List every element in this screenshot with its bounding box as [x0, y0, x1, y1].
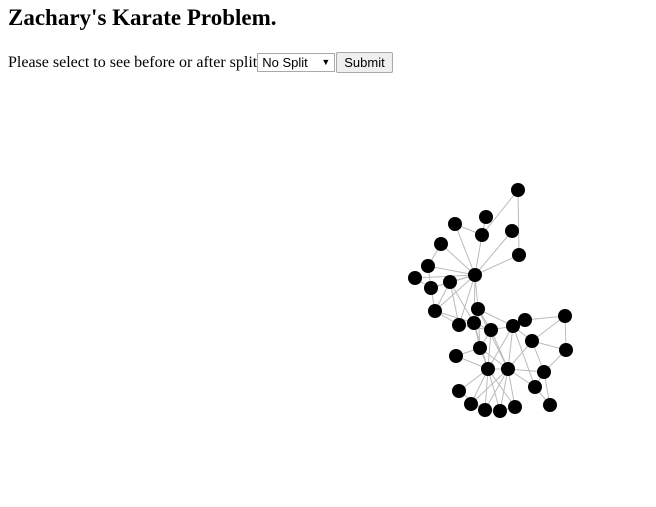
graph-node[interactable]	[537, 365, 551, 379]
graph-node[interactable]	[518, 313, 532, 327]
graph-node[interactable]	[508, 400, 522, 414]
graph-node[interactable]	[467, 316, 481, 330]
graph-node[interactable]	[473, 341, 487, 355]
graph-node[interactable]	[511, 183, 525, 197]
graph-node[interactable]	[543, 398, 557, 412]
graph-edge	[427, 265, 476, 276]
graph-edge	[517, 189, 520, 256]
graph-node[interactable]	[559, 343, 573, 357]
graph-node[interactable]	[408, 271, 422, 285]
graph-node[interactable]	[452, 384, 466, 398]
graph-node[interactable]	[464, 397, 478, 411]
graph-edge	[473, 274, 476, 324]
page: Zachary's Karate Problem. Please select …	[0, 0, 656, 507]
graph-node[interactable]	[558, 309, 572, 323]
network-graph	[408, 183, 573, 418]
graph-edge	[454, 223, 476, 276]
graph-node[interactable]	[478, 403, 492, 417]
graph-node[interactable]	[506, 319, 520, 333]
graph-node[interactable]	[475, 228, 489, 242]
graph-node[interactable]	[424, 281, 438, 295]
graph-node[interactable]	[434, 237, 448, 251]
graph-node[interactable]	[528, 380, 542, 394]
graph-node[interactable]	[471, 302, 485, 316]
graph-node[interactable]	[449, 349, 463, 363]
graph-node[interactable]	[428, 304, 442, 318]
graph-node[interactable]	[481, 362, 495, 376]
graph-node[interactable]	[448, 217, 462, 231]
graph-edge	[474, 254, 520, 276]
graph-node[interactable]	[525, 334, 539, 348]
graph-node[interactable]	[452, 318, 466, 332]
graph-node[interactable]	[493, 404, 507, 418]
graph-node[interactable]	[443, 275, 457, 289]
graph-node[interactable]	[501, 362, 515, 376]
graph-node[interactable]	[484, 323, 498, 337]
graph-node[interactable]	[512, 248, 526, 262]
graph-node[interactable]	[505, 224, 519, 238]
graph-node[interactable]	[468, 268, 482, 282]
graph-node[interactable]	[421, 259, 435, 273]
graph-node[interactable]	[479, 210, 493, 224]
